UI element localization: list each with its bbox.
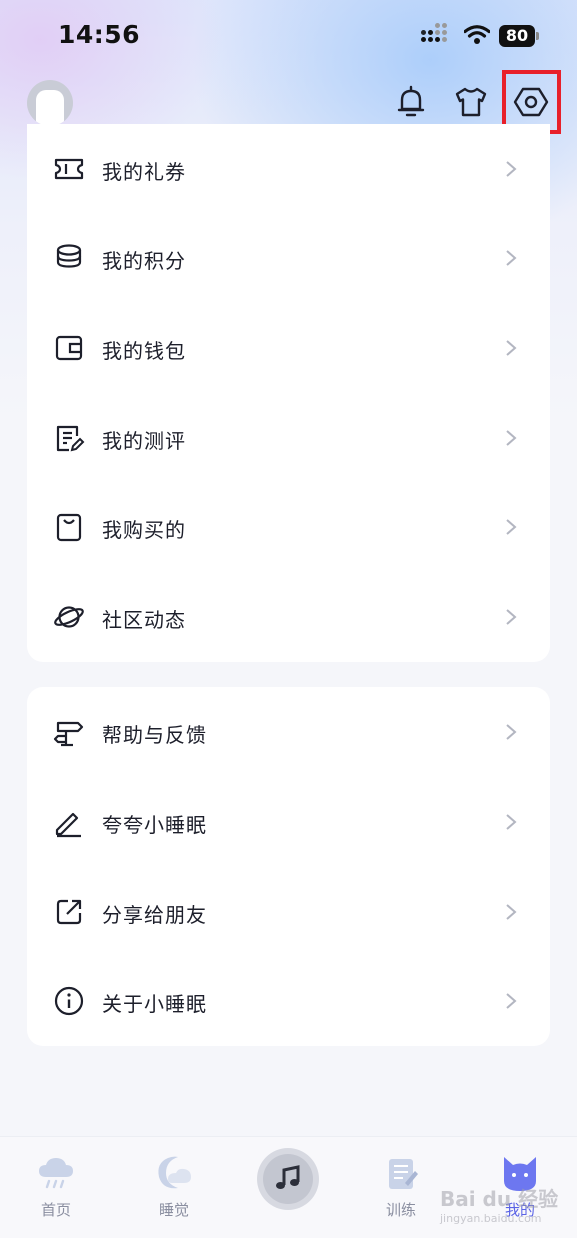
menu-item-wallet[interactable]: 我的钱包 [27,303,550,393]
wifi-icon [464,25,490,44]
chevron-right-icon [506,904,517,920]
chevron-right-icon [506,993,517,1009]
battery-icon: 80 [499,25,539,47]
shopping-bag-icon [56,513,82,542]
ticket-icon [54,158,84,180]
menu-item-vouchers[interactable]: 我的礼券 [27,124,550,214]
menu-item-label: 夸夸小睡眠 [102,813,207,837]
tab-training[interactable]: 训练 [361,1137,441,1238]
status-time: 14:56 [58,20,141,49]
note-edit-icon [56,425,85,452]
menu-item-points[interactable]: 我的积分 [27,213,550,303]
planet-icon [54,606,84,628]
chevron-right-icon [506,609,517,625]
tab-home[interactable]: 首页 [16,1137,96,1238]
menu-item-label: 帮助与反馈 [102,723,207,747]
menu-item-label: 我的积分 [102,249,186,273]
chevron-right-icon [506,724,517,740]
menu-item-label: 分享给朋友 [102,903,207,927]
menu-item-label: 我购买的 [102,518,186,542]
battery-level: 80 [499,25,535,47]
wallet-icon [55,335,83,361]
menu-item-about[interactable]: 关于小睡眠 [27,956,550,1046]
tab-label: 睡觉 [158,1201,189,1219]
notepad-icon [389,1159,418,1189]
watermark-subtext: jingyan.baidu.com [440,1212,542,1225]
info-icon [54,986,84,1016]
tab-sleep[interactable]: 睡觉 [134,1137,214,1238]
menu-item-label: 我的钱包 [102,339,186,363]
watermark-text: Bai du 经验 [440,1187,559,1211]
chevron-right-icon [506,250,517,266]
chevron-right-icon [506,430,517,446]
menu-item-purchased[interactable]: 我购买的 [27,482,550,572]
shirt-icon[interactable] [453,84,489,120]
menu-item-praise[interactable]: 夸夸小睡眠 [27,777,550,867]
chevron-right-icon [506,340,517,356]
pen-icon [55,812,81,838]
menu-item-community[interactable]: 社区动态 [27,572,550,662]
menu-item-assessment[interactable]: 我的测评 [27,393,550,483]
menu-item-share[interactable]: 分享给朋友 [27,867,550,957]
menu-card-support: 帮助与反馈 夸夸小睡眠 分享给朋友 关于小睡眠 [27,687,550,1046]
status-bar: 14:56 80 [0,0,577,72]
chevron-right-icon [506,161,517,177]
menu-item-label: 我的礼券 [102,160,186,184]
cloud-rain-icon [39,1158,73,1189]
tab-label: 训练 [385,1201,416,1219]
signpost-icon [53,721,84,747]
menu-item-label: 关于小睡眠 [102,992,207,1016]
coins-icon [56,244,82,268]
music-note-icon [276,1165,300,1189]
tab-label: 首页 [40,1201,71,1219]
share-icon [56,899,82,925]
menu-item-label: 社区动态 [102,608,186,632]
menu-card-account: 我的礼券 我的积分 我的钱包 我的测评 我购买的 社区动态 [27,124,550,662]
chevron-right-icon [506,519,517,535]
menu-item-help-feedback[interactable]: 帮助与反馈 [27,687,550,777]
music-player-button[interactable] [257,1148,319,1210]
avatar[interactable] [27,80,73,126]
bell-icon[interactable] [393,84,429,120]
moon-icon [158,1156,191,1189]
menu-item-label: 我的测评 [102,429,186,453]
signal-icon [421,23,451,48]
chevron-right-icon [506,814,517,830]
